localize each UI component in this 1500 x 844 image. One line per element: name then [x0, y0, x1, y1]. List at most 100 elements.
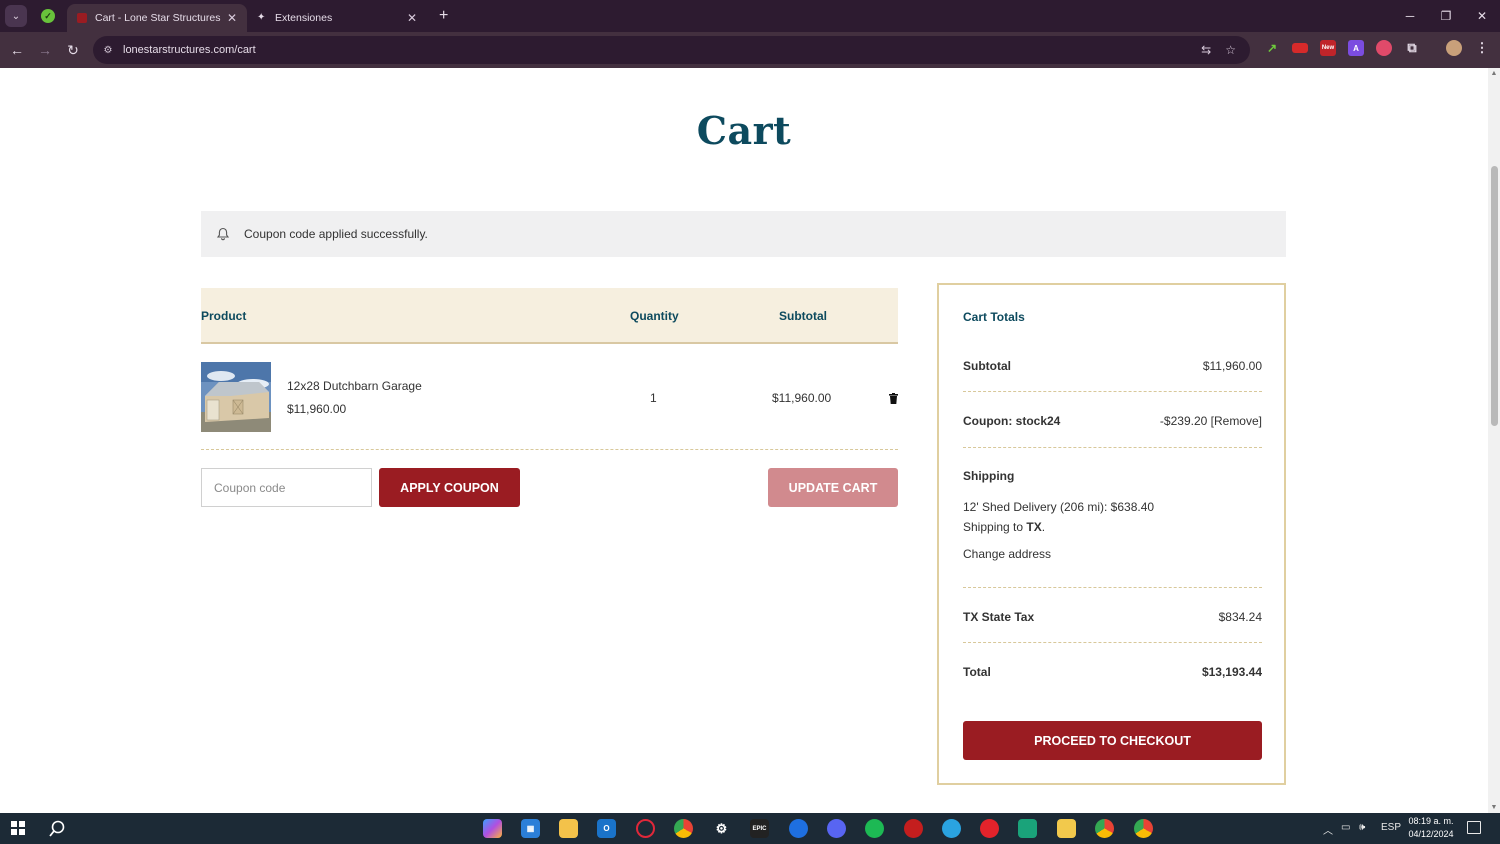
forward-arrow-icon[interactable]: →: [31, 42, 59, 58]
app-red-icon[interactable]: [904, 819, 923, 838]
telegram-icon[interactable]: [942, 819, 961, 838]
clock[interactable]: 08:19 a. m. 04/12/2024: [1400, 815, 1462, 841]
translate-icon[interactable]: ⇆: [1201, 43, 1211, 57]
coupon-notice: Coupon code applied successfully.: [201, 211, 1286, 257]
app-blue-icon[interactable]: [789, 819, 808, 838]
divider: [963, 391, 1262, 392]
cart-totals-title: Cart Totals: [963, 310, 1025, 324]
search-icon[interactable]: [48, 820, 66, 838]
vpn-shield-icon[interactable]: [1018, 819, 1037, 838]
row-subtotal: $11,960.00: [772, 391, 832, 405]
copilot-icon[interactable]: [483, 819, 502, 838]
restore-icon[interactable]: ❐: [1428, 0, 1464, 32]
extension-new-icon[interactable]: New: [1320, 40, 1336, 56]
pinned-tab-icon[interactable]: ✓: [41, 9, 55, 23]
extension-red-icon[interactable]: [1292, 43, 1308, 53]
browser-menu-icon[interactable]: ⋮: [1474, 40, 1490, 56]
tab-cart[interactable]: Cart - Lone Star Structures ✕: [67, 4, 247, 32]
chrome-icon[interactable]: [1134, 819, 1153, 838]
profile-avatar[interactable]: [1446, 40, 1462, 56]
clock-date: 04/12/2024: [1408, 829, 1454, 839]
total-value: $13,193.44: [1201, 665, 1262, 679]
shipping-state: TX: [1026, 520, 1042, 534]
anydesk-icon[interactable]: [980, 819, 999, 838]
tab-title: Extensiones: [275, 12, 333, 24]
network-icon[interactable]: ▭: [1341, 822, 1350, 833]
reload-icon[interactable]: ↻: [59, 42, 87, 59]
product-name-link[interactable]: 12x28 Dutchbarn Garage: [287, 379, 422, 393]
lone-star-favicon-icon: [77, 13, 87, 23]
steam-icon[interactable]: ⚙: [712, 819, 731, 838]
browser-tab-strip: ⌄ ✓ Cart - Lone Star Structures ✕ ✦ Exte…: [0, 0, 1500, 32]
bookmark-star-icon[interactable]: ☆: [1225, 43, 1236, 57]
close-tab-icon[interactable]: ✕: [227, 11, 237, 25]
quantity-value[interactable]: 1: [650, 391, 657, 405]
close-tab-icon[interactable]: ✕: [407, 11, 417, 25]
tax-value: $834.24: [1218, 610, 1262, 624]
extension-a-icon[interactable]: A: [1348, 40, 1364, 56]
notification-icon[interactable]: [1467, 821, 1481, 834]
extension-chart-icon[interactable]: ↗: [1264, 40, 1280, 56]
table-row: 12x28 Dutchbarn Garage $11,960.00 1 $11,…: [201, 345, 898, 450]
update-cart-button[interactable]: UPDATE CART: [768, 468, 898, 507]
address-bar[interactable]: ⚙ lonestarstructures.com/cart ⇆ ☆: [93, 36, 1250, 64]
clock-time: 08:19 a. m.: [1408, 816, 1454, 826]
extension-pink-icon[interactable]: [1376, 40, 1392, 56]
chrome-icon[interactable]: [1095, 819, 1114, 838]
epic-games-icon[interactable]: EPIC: [750, 819, 769, 838]
shipping-label: Shipping: [963, 469, 1015, 483]
scroll-up-icon[interactable]: ▲: [1490, 70, 1498, 77]
scrollbar-thumb[interactable]: [1491, 166, 1498, 426]
volume-icon[interactable]: 🕪: [1359, 822, 1365, 833]
subtotal-value: $11,960.00: [1202, 359, 1262, 373]
header-subtotal: Subtotal: [779, 309, 827, 323]
shipping-destination: Shipping to TX.: [963, 520, 1046, 534]
minimize-icon[interactable]: ─: [1392, 0, 1428, 32]
coupon-amount-wrap: -$239.20 [Remove]: [1160, 414, 1262, 428]
tab-title: Cart - Lone Star Structures: [95, 12, 221, 24]
back-arrow-icon[interactable]: ←: [3, 42, 31, 58]
discord-icon[interactable]: [827, 819, 846, 838]
url-text[interactable]: lonestarstructures.com/cart: [123, 44, 1201, 56]
page-scrollbar[interactable]: ▲ ▼: [1488, 68, 1500, 813]
file-explorer-icon[interactable]: [559, 819, 578, 838]
scroll-down-icon[interactable]: ▼: [1490, 804, 1498, 811]
page-title: Cart: [696, 108, 792, 153]
coupon-value: -$239.20: [1159, 414, 1208, 428]
store-icon[interactable]: ▦: [521, 819, 540, 838]
cart-page: Cart Coupon code applied successfully. P…: [0, 68, 1488, 813]
proceed-to-checkout-button[interactable]: PROCEED TO CHECKOUT: [963, 721, 1262, 760]
subtotal-label: Subtotal: [963, 359, 1011, 373]
outlook-icon[interactable]: O: [597, 819, 616, 838]
trash-icon[interactable]: [889, 391, 898, 404]
language-indicator[interactable]: ESP: [1381, 822, 1401, 833]
product-thumbnail[interactable]: [201, 362, 271, 432]
close-window-icon[interactable]: ✕: [1464, 0, 1500, 32]
puzzle-icon: ✦: [257, 12, 266, 23]
remove-coupon-link[interactable]: [Remove]: [1211, 414, 1262, 428]
divider: [963, 642, 1262, 643]
app-yellow-icon[interactable]: [1057, 819, 1076, 838]
windows-taskbar: ▦ O ⚙ EPIC ︿ ▭ 🕪 ESP 08:19 a. m. 04/12/2…: [0, 813, 1500, 844]
new-tab-button[interactable]: +: [439, 7, 448, 25]
total-label: Total: [963, 665, 991, 679]
tab-search-button[interactable]: ⌄: [5, 5, 27, 27]
tab-extensions[interactable]: ✦ Extensiones ✕: [247, 4, 427, 32]
opera-icon[interactable]: [636, 819, 655, 838]
notice-message: Coupon code applied successfully.: [244, 227, 428, 241]
chrome-icon[interactable]: [674, 819, 693, 838]
divider: [963, 587, 1262, 588]
change-address-link[interactable]: Change address: [963, 547, 1051, 561]
spotify-icon[interactable]: [865, 819, 884, 838]
apply-coupon-button[interactable]: APPLY COUPON: [379, 468, 520, 507]
shipping-method: 12' Shed Delivery (206 mi): $638.40: [963, 500, 1155, 514]
site-info-icon[interactable]: ⚙: [101, 43, 115, 57]
product-price: $11,960.00: [287, 402, 347, 416]
extensions-puzzle-icon[interactable]: ⧉: [1404, 40, 1420, 56]
bell-icon: [216, 227, 230, 241]
tray-chevron-icon[interactable]: ︿: [1323, 822, 1333, 837]
windows-start-icon[interactable]: [11, 821, 25, 835]
coupon-label: Coupon: stock24: [963, 414, 1061, 428]
header-quantity: Quantity: [630, 309, 679, 323]
coupon-code-input[interactable]: [201, 468, 372, 507]
